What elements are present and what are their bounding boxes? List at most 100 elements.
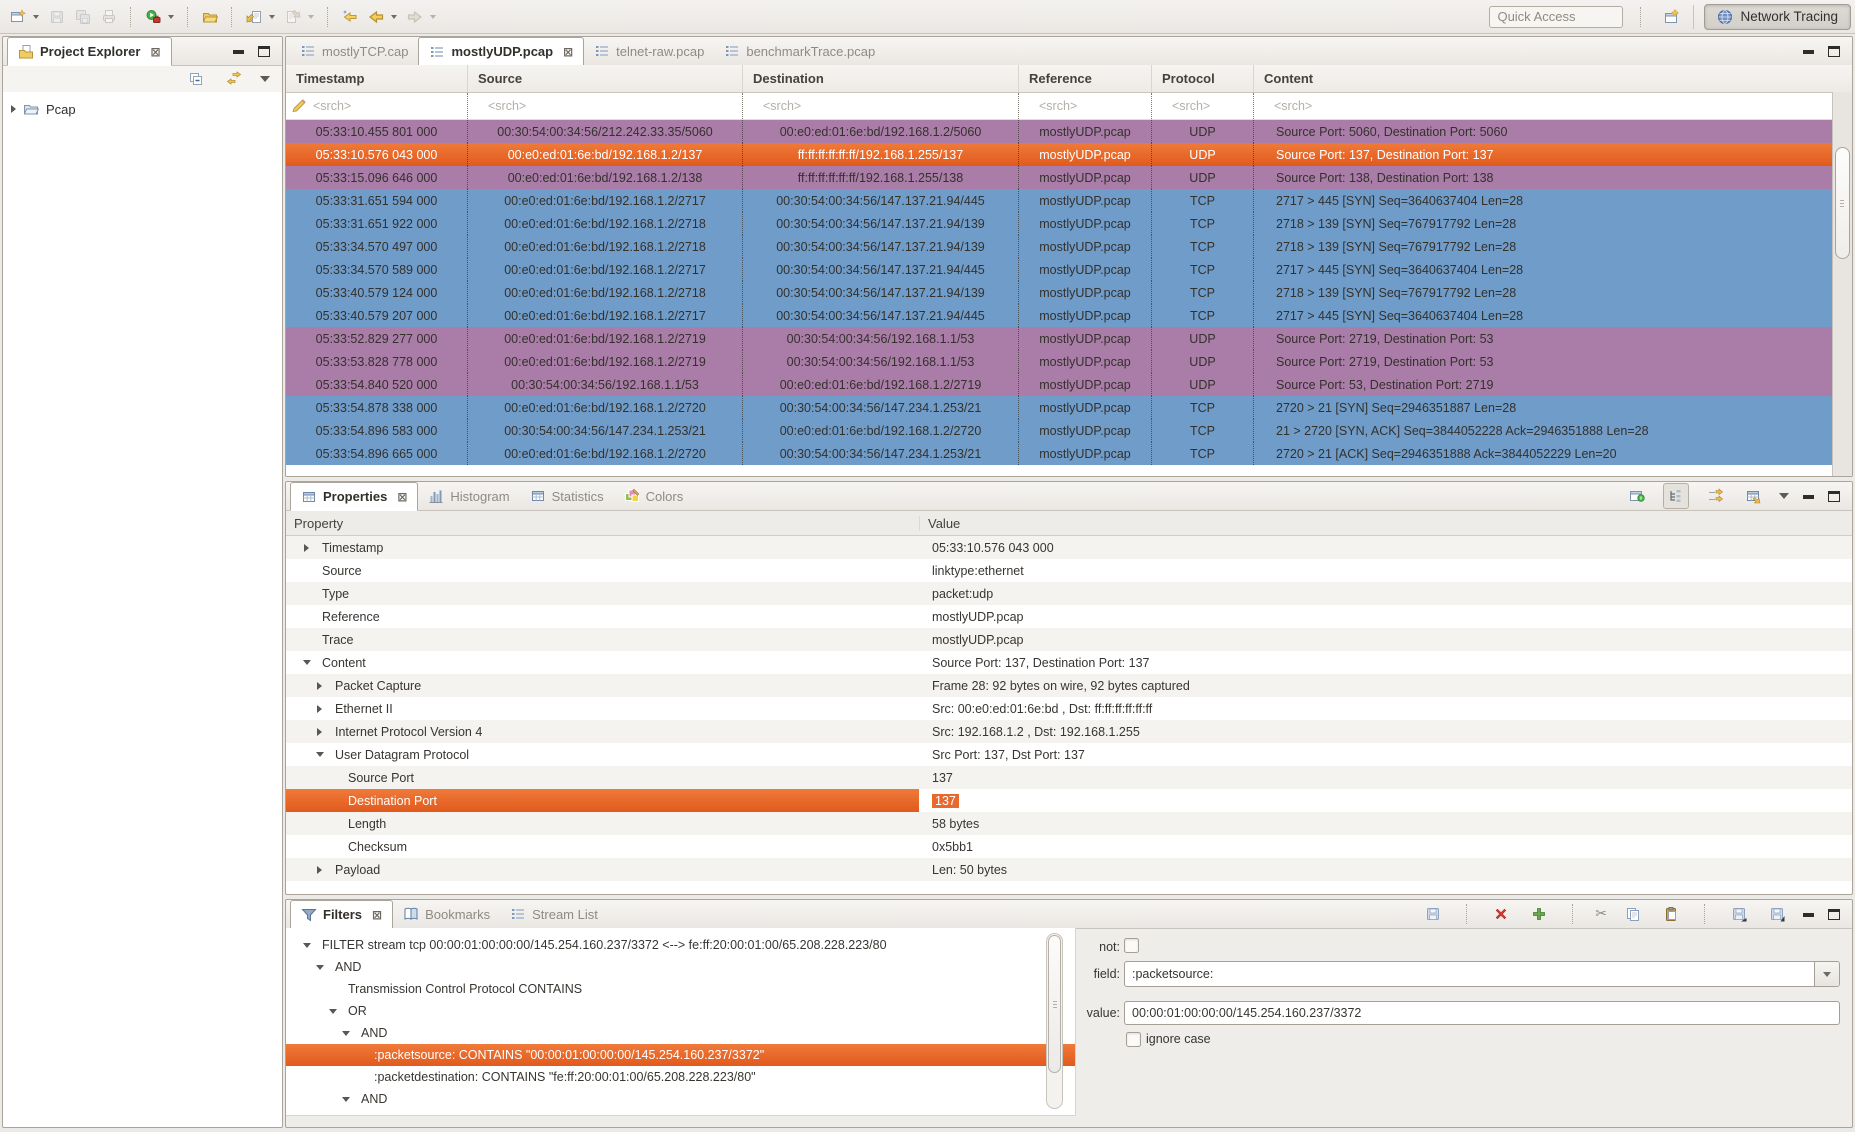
chevron-down-icon[interactable]: [339, 1097, 352, 1102]
tab-mostlytcp-cap[interactable]: mostlyTCP.cap: [290, 37, 418, 65]
minimize-view-icon[interactable]: [233, 50, 244, 54]
chevron-down-icon[interactable]: [313, 965, 326, 970]
property-row[interactable]: Sourcelinktype:ethernet: [286, 559, 1852, 582]
chevron-down-icon[interactable]: [326, 1009, 339, 1014]
field-combobox[interactable]: :packetsource:: [1124, 961, 1840, 987]
tab-project-explorer[interactable]: Project Explorer ⊠: [7, 37, 172, 66]
close-icon[interactable]: ⊠: [397, 490, 407, 504]
column-header-content[interactable]: Content: [1254, 65, 1835, 92]
property-name-cell[interactable]: Packet Capture: [286, 674, 919, 697]
filter-tree-row[interactable]: FILTER stream tcp 00:00:01:00:00:00/145.…: [286, 934, 1075, 956]
back-button[interactable]: [364, 5, 388, 29]
close-icon[interactable]: ⊠: [372, 908, 382, 922]
delete-filter-button[interactable]: [1489, 902, 1513, 926]
property-name-cell[interactable]: Checksum: [286, 835, 919, 858]
maximize-view-icon[interactable]: [258, 46, 270, 57]
link-with-editor-button[interactable]: [222, 67, 246, 91]
chevron-down-icon[interactable]: [300, 660, 313, 665]
filter-cell-timestamp[interactable]: <srch>: [286, 93, 468, 119]
tab-bookmarks[interactable]: Bookmarks: [393, 900, 500, 928]
property-name-cell[interactable]: Ethernet II: [286, 697, 919, 720]
filter-cell-content[interactable]: <srch>: [1254, 93, 1835, 119]
last-edit-location-button[interactable]: [338, 5, 362, 29]
scrollbar-thumb[interactable]: [1048, 935, 1061, 1073]
minimize-view-icon[interactable]: [1803, 495, 1814, 499]
filter-tree-scrollbar[interactable]: [1046, 933, 1063, 1109]
property-row[interactable]: ContentSource Port: 137, Destination Por…: [286, 651, 1852, 674]
minimize-view-icon[interactable]: [1803, 913, 1814, 917]
tab-benchmarktrace-pcap[interactable]: benchmarkTrace.pcap: [714, 37, 885, 65]
view-menu-icon[interactable]: [260, 76, 270, 82]
property-name-cell[interactable]: Reference: [286, 605, 919, 628]
tab-properties[interactable]: Properties⊠: [290, 482, 418, 511]
filter-cell-source[interactable]: <srch>: [468, 93, 743, 119]
quick-access-input[interactable]: [1489, 6, 1623, 28]
value-input[interactable]: [1124, 1001, 1840, 1025]
filter-tree-row[interactable]: OR: [286, 1000, 1075, 1022]
filter-tree-row[interactable]: Transmission Control Protocol CONTAINS: [286, 978, 1075, 1000]
open-perspective-button[interactable]: [1659, 5, 1683, 29]
tab-stream-list[interactable]: Stream List: [500, 900, 608, 928]
property-row[interactable]: Ethernet IISrc: 00:e0:ed:01:6e:bd , Dst:…: [286, 697, 1852, 720]
filter-cell-reference[interactable]: <srch>: [1019, 93, 1152, 119]
property-name-cell[interactable]: Source Port: [286, 766, 919, 789]
filter-tree-row[interactable]: AND: [286, 1022, 1075, 1044]
filter-cell-destination[interactable]: <srch>: [743, 93, 1019, 119]
maximize-view-icon[interactable]: [1828, 909, 1840, 920]
property-name-cell[interactable]: Trace: [286, 628, 919, 651]
new-wizard-dropdown-icon[interactable]: [33, 15, 39, 19]
filter-cell-protocol[interactable]: <srch>: [1152, 93, 1254, 119]
column-header-source[interactable]: Source: [468, 65, 743, 92]
property-name-cell[interactable]: Length: [286, 812, 919, 835]
value-column-header[interactable]: Value: [919, 516, 1852, 531]
not-checkbox[interactable]: [1124, 938, 1139, 953]
import-filters-button[interactable]: [1765, 902, 1789, 926]
tab-filters[interactable]: Filters⊠: [290, 900, 393, 929]
property-row[interactable]: Checksum0x5bb1: [286, 835, 1852, 858]
chevron-right-icon[interactable]: [11, 105, 16, 113]
filter-tree-row[interactable]: :packetsource: CONTAINS "00:00:01:00:00:…: [286, 1044, 1075, 1066]
property-name-cell[interactable]: Timestamp: [286, 536, 919, 559]
property-name-cell[interactable]: Type: [286, 582, 919, 605]
run-capture-dropdown-icon[interactable]: [168, 15, 174, 19]
packet-row[interactable]: 05:33:54.896 665 00000:e0:ed:01:6e:bd/19…: [286, 442, 1852, 465]
chevron-down-icon[interactable]: [313, 752, 326, 757]
property-row[interactable]: Internet Protocol Version 4Src: 192.168.…: [286, 720, 1852, 743]
packet-row[interactable]: 05:33:40.579 207 00000:e0:ed:01:6e:bd/19…: [286, 304, 1852, 327]
property-row[interactable]: Destination Port137: [286, 789, 1852, 812]
view-menu-icon[interactable]: [1779, 493, 1789, 499]
packet-row[interactable]: 05:33:52.829 277 00000:e0:ed:01:6e:bd/19…: [286, 327, 1852, 350]
filter-tree-row[interactable]: :packetdestination: CONTAINS "fe:ff:20:0…: [286, 1066, 1075, 1088]
packet-row[interactable]: 05:33:54.878 338 00000:e0:ed:01:6e:bd/19…: [286, 396, 1852, 419]
tab-telnet-raw-pcap[interactable]: telnet-raw.pcap: [584, 37, 714, 65]
copy-button[interactable]: [1621, 902, 1645, 926]
add-filter-button[interactable]: [1527, 902, 1551, 926]
restore-columns-button[interactable]: [1741, 484, 1765, 508]
filter-tree-row[interactable]: AND: [286, 956, 1075, 978]
maximize-view-icon[interactable]: [1828, 46, 1840, 57]
chevron-down-icon[interactable]: [1814, 962, 1839, 986]
chevron-right-icon[interactable]: [313, 682, 326, 690]
tab-histogram[interactable]: Histogram: [418, 482, 519, 510]
property-row[interactable]: Timestamp05:33:10.576 043 000: [286, 536, 1852, 559]
property-row[interactable]: TracemostlyUDP.pcap: [286, 628, 1852, 651]
chevron-right-icon[interactable]: [313, 728, 326, 736]
chevron-down-icon[interactable]: [339, 1031, 352, 1036]
property-row[interactable]: ReferencemostlyUDP.pcap: [286, 605, 1852, 628]
packet-row[interactable]: 05:33:10.576 043 00000:e0:ed:01:6e:bd/19…: [286, 143, 1852, 166]
packet-row[interactable]: 05:33:34.570 589 00000:e0:ed:01:6e:bd/19…: [286, 258, 1852, 281]
close-icon[interactable]: ⊠: [150, 45, 160, 59]
close-icon[interactable]: ⊠: [563, 45, 573, 59]
new-wizard-button[interactable]: [6, 5, 30, 29]
property-name-cell[interactable]: Payload: [286, 858, 919, 881]
minimize-view-icon[interactable]: [1803, 50, 1814, 54]
paste-button[interactable]: [1659, 902, 1683, 926]
follow-selection-button[interactable]: [1703, 484, 1727, 508]
packet-row[interactable]: 05:33:40.579 124 00000:e0:ed:01:6e:bd/19…: [286, 281, 1852, 304]
packet-row[interactable]: 05:33:15.096 646 00000:e0:ed:01:6e:bd/19…: [286, 166, 1852, 189]
property-row[interactable]: Length58 bytes: [286, 812, 1852, 835]
property-name-cell[interactable]: User Datagram Protocol: [286, 743, 919, 766]
column-header-reference[interactable]: Reference: [1019, 65, 1152, 92]
perspective-button-network-tracing[interactable]: Network Tracing: [1704, 4, 1851, 30]
packet-row[interactable]: 05:33:31.651 922 00000:e0:ed:01:6e:bd/19…: [286, 212, 1852, 235]
